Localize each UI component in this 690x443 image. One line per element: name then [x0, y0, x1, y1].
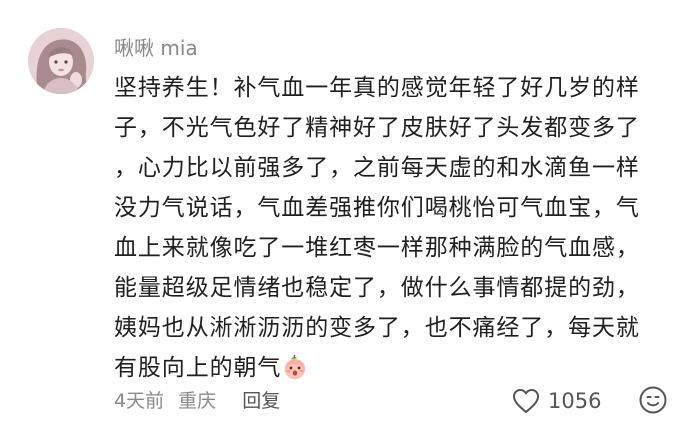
comment-line: 没力气说话，气血差强推你们喝桃怡可气血宝，气 — [114, 195, 640, 221]
user-avatar[interactable] — [28, 28, 94, 94]
comment-line: 姨妈也从淅淅沥沥的变多了，也不痛经了，每天就 — [114, 315, 640, 341]
comment-line: 坚持养生！补气血一年真的感觉年轻了好几岁的样 — [114, 75, 640, 101]
emoji-reaction-button[interactable] — [638, 385, 668, 415]
reply-button[interactable]: 回复 — [242, 390, 280, 412]
like-button[interactable]: 1056 — [512, 386, 601, 416]
comment-line: 子，不光气色好了精神好了皮肤好了头发都变多了 — [114, 115, 640, 141]
comment-line: 血上来就像吃了一堆红枣一样那种满脸的气血感， — [114, 235, 640, 261]
comment-meta: 4天前 重庆 回复 — [114, 388, 288, 414]
like-count: 1056 — [548, 389, 602, 413]
comment-username[interactable]: 啾啾 mia — [114, 36, 198, 60]
avatar-image — [28, 28, 94, 94]
comment-line-text: 有股向上的朝气 — [114, 355, 282, 381]
peach-face-emoji-icon — [282, 354, 308, 380]
comment-line: 能量超级足情绪也稳定了，做什么事情都提的劲， — [114, 275, 640, 301]
comment-body: 坚持养生！补气血一年真的感觉年轻了好几岁的样 子，不光气色好了精神好了皮肤好了头… — [114, 68, 674, 388]
comment-time: 4天前 — [114, 390, 165, 412]
comment-last-line: 有股向上的朝气 — [114, 348, 674, 388]
comment-location: 重庆 — [178, 390, 217, 412]
smiley-face-icon — [638, 385, 668, 415]
heart-outline-icon — [512, 388, 540, 414]
comment-line: ，心力比以前强多了，之前每天虚的和水滴鱼一样 — [114, 155, 640, 181]
